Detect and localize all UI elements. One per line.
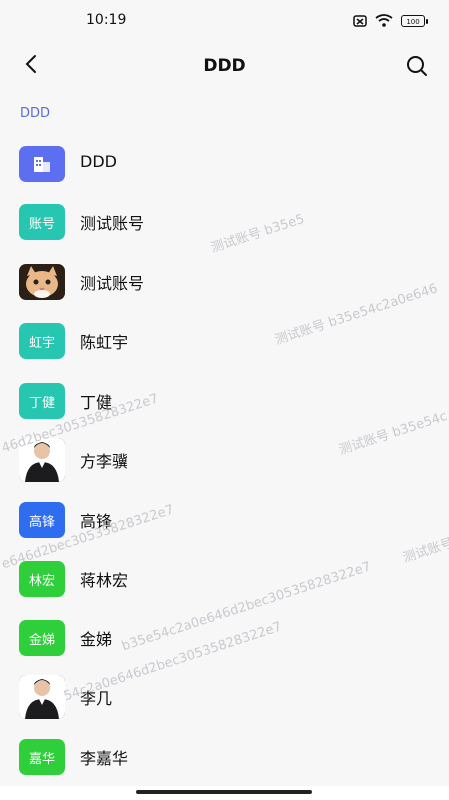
sim-icon [353,14,367,27]
list-item[interactable]: 林宏 蒋林宏 [0,551,449,607]
wifi-icon [375,14,393,27]
battery-icon: 100 [401,14,428,27]
home-bar [0,786,449,800]
nav-bar: DDD [0,44,449,90]
avatar-text: 丁健 [28,395,55,411]
list-item[interactable]: 虹宇 陈虹宇 [0,313,449,369]
avatar [19,264,65,300]
list-item[interactable]: 嘉华 李嘉华 [0,729,449,785]
cat-photo-icon [26,266,58,298]
contact-name: 测试账号 [80,214,145,233]
avatar-text: 金娣 [28,632,55,648]
avatar-text: 虹宇 [28,335,55,351]
avatar: 嘉华 [19,739,65,775]
avatar: 林宏 [19,561,65,597]
contact-name: 方李骥 [80,452,129,471]
avatar: 金娣 [19,620,65,656]
avatar [19,146,65,182]
contact-name: 李嘉华 [80,749,129,768]
avatar-text: 高锋 [28,514,55,530]
breadcrumb[interactable]: DDD [20,106,50,121]
contact-name: DDD [80,152,117,171]
list-item[interactable]: DDD [0,136,449,192]
avatar [19,675,65,719]
avatar-text: 林宏 [28,573,55,589]
home-indicator[interactable] [136,790,312,794]
avatar: 丁健 [19,383,65,419]
building-icon [34,157,50,172]
avatar-text: 账号 [28,216,55,232]
status-icons: 100 [353,14,428,27]
contact-name: 蒋林宏 [80,571,129,590]
search-icon[interactable] [405,54,429,78]
contact-name: 陈虹宇 [80,333,129,352]
avatar: 虹宇 [19,323,65,359]
person-photo-icon [19,675,65,719]
status-bar: 10:19 100 [0,0,449,42]
avatar: 高锋 [19,502,65,538]
avatar: 账号 [19,204,65,240]
contact-name: 测试账号 [80,274,145,293]
page-title: DDD [203,56,246,76]
avatar-text: 嘉华 [28,751,55,767]
status-time: 10:19 [86,12,127,28]
contact-name: 金娣 [80,630,113,649]
